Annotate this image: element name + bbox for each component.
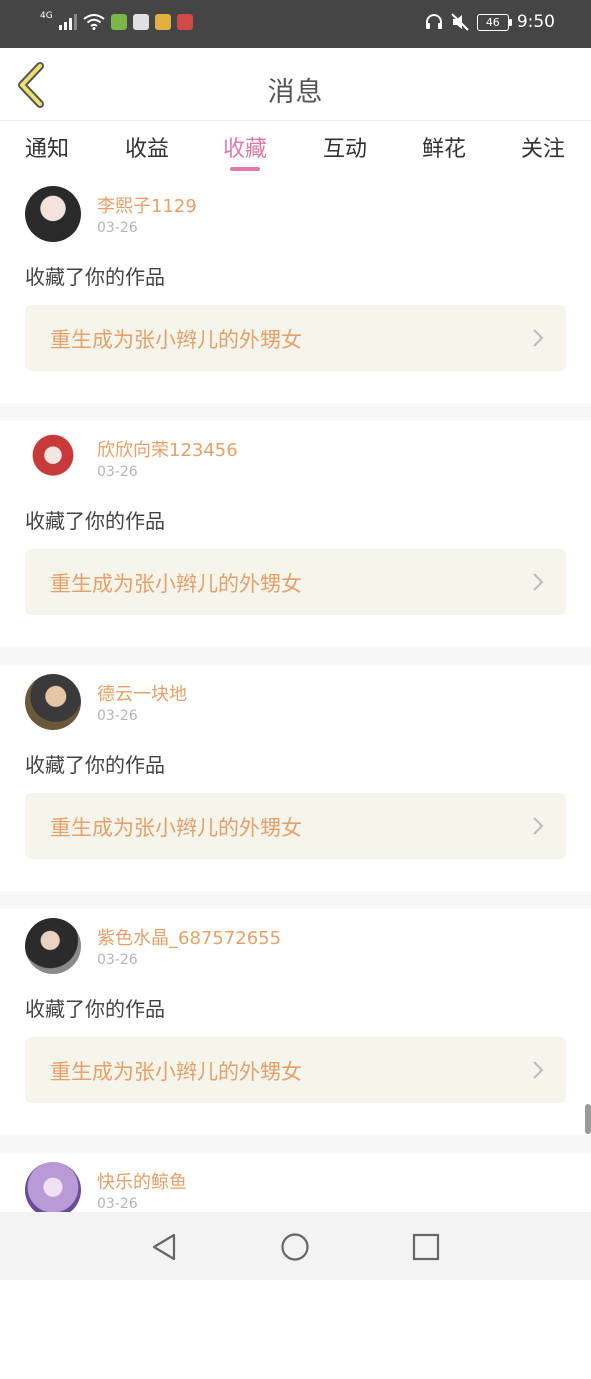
timestamp: 03-26 — [97, 464, 138, 480]
clock: 9:50 — [516, 12, 555, 32]
avatar[interactable] — [25, 1162, 81, 1218]
divider — [0, 1135, 591, 1153]
tab-notifications[interactable]: 通知 — [12, 131, 82, 163]
work-title: 重生成为张小辫儿的外甥女 — [50, 816, 302, 840]
nav-back-button[interactable] — [148, 1230, 182, 1264]
tab-interactions[interactable]: 互动 — [310, 131, 380, 163]
divider — [0, 403, 591, 421]
message-feed: 李熙子1129 03-26 收藏了你的作品 重生成为张小辫儿的外甥女 欣欣向荣1… — [0, 177, 591, 1379]
avatar[interactable] — [25, 918, 81, 974]
square-recents-icon — [412, 1233, 440, 1261]
app-notification-icon — [110, 14, 127, 30]
username[interactable]: 欣欣向荣123456 — [97, 436, 238, 462]
scrollbar-thumb[interactable] — [585, 1104, 591, 1134]
active-tab-indicator — [230, 167, 260, 171]
app-notification-icon — [154, 14, 171, 30]
triangle-back-icon — [152, 1233, 176, 1261]
chevron-right-icon — [533, 573, 544, 591]
circle-home-icon — [281, 1233, 309, 1261]
tab-follows[interactable]: 关注 — [508, 131, 578, 163]
system-nav-bar — [0, 1212, 591, 1280]
divider — [0, 891, 591, 909]
username[interactable]: 德云一块地 — [97, 680, 187, 706]
app-header: 消息 — [0, 48, 591, 121]
tab-earnings[interactable]: 收益 — [112, 131, 182, 163]
work-title: 重生成为张小辫儿的外甥女 — [50, 1060, 302, 1084]
timestamp: 03-26 — [97, 1196, 138, 1212]
status-bar: 4G 46 9:50 — [0, 0, 591, 48]
username[interactable]: 紫色水晶_687572655 — [97, 924, 281, 950]
page-title: 消息 — [267, 77, 324, 108]
tab-bar: 通知 收益 收藏 互动 鲜花 关注 — [0, 121, 591, 177]
tab-favorites[interactable]: 收藏 — [210, 131, 280, 163]
list-item: 欣欣向荣123456 03-26 收藏了你的作品 重生成为张小辫儿的外甥女 — [0, 421, 591, 647]
nav-home-button[interactable] — [278, 1230, 312, 1264]
list-item: 德云一块地 03-26 收藏了你的作品 重生成为张小辫儿的外甥女 — [0, 665, 591, 891]
timestamp: 03-26 — [97, 220, 138, 236]
username[interactable]: 李熙子1129 — [97, 192, 197, 218]
action-text: 收藏了你的作品 — [25, 265, 165, 289]
username[interactable]: 快乐的鲸鱼 — [97, 1168, 187, 1194]
avatar[interactable] — [25, 430, 81, 486]
avatar[interactable] — [25, 186, 81, 242]
chevron-right-icon — [533, 329, 544, 347]
signal-icon — [58, 14, 77, 30]
work-title: 重生成为张小辫儿的外甥女 — [50, 572, 302, 596]
timestamp: 03-26 — [97, 952, 138, 968]
tab-flowers[interactable]: 鲜花 — [409, 131, 479, 163]
list-item: 李熙子1129 03-26 收藏了你的作品 重生成为张小辫儿的外甥女 — [0, 177, 591, 403]
wifi-icon — [83, 14, 105, 30]
timestamp: 03-26 — [97, 708, 138, 724]
headset-icon — [425, 14, 442, 29]
battery-indicator: 46 — [476, 13, 512, 31]
app-notification-icon — [132, 14, 149, 30]
action-text: 收藏了你的作品 — [25, 997, 165, 1021]
mute-icon — [451, 13, 469, 31]
avatar[interactable] — [25, 674, 81, 730]
network-type: 4G — [40, 11, 53, 21]
chevron-right-icon — [533, 1061, 544, 1079]
action-text: 收藏了你的作品 — [25, 753, 165, 777]
work-link[interactable]: 重生成为张小辫儿的外甥女 — [25, 1037, 566, 1103]
nav-recents-button[interactable] — [409, 1230, 443, 1264]
chevron-right-icon — [533, 817, 544, 835]
status-right: 46 9:50 — [425, 12, 555, 32]
work-link[interactable]: 重生成为张小辫儿的外甥女 — [25, 549, 566, 615]
status-left: 4G — [40, 11, 193, 30]
work-title: 重生成为张小辫儿的外甥女 — [50, 328, 302, 352]
work-link[interactable]: 重生成为张小辫儿的外甥女 — [25, 305, 566, 371]
divider — [0, 647, 591, 665]
app-notification-icon — [176, 14, 193, 30]
action-text: 收藏了你的作品 — [25, 509, 165, 533]
list-item: 紫色水晶_687572655 03-26 收藏了你的作品 重生成为张小辫儿的外甥… — [0, 909, 591, 1135]
work-link[interactable]: 重生成为张小辫儿的外甥女 — [25, 793, 566, 859]
